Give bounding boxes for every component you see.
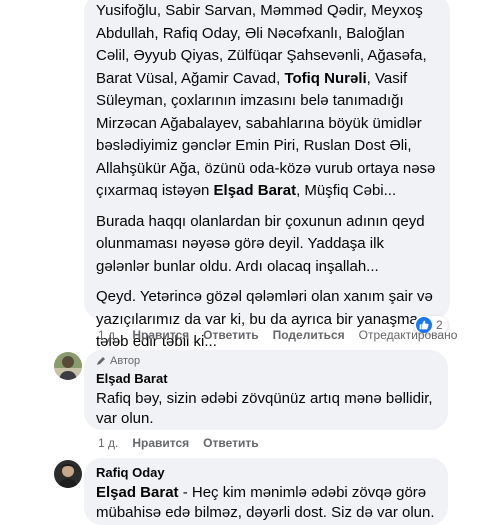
timestamp[interactable]: 1 д. bbox=[98, 328, 118, 342]
pen-icon bbox=[97, 357, 105, 365]
reply-button[interactable]: Ответить bbox=[203, 328, 258, 342]
comment-bubble: Rafiq Oday Elşad Barat - Heç kim mənimlə… bbox=[84, 458, 448, 525]
comment-bubble: Yusifoğlu, Sabir Sarvan, Məmməd Qədir, M… bbox=[84, 0, 450, 350]
comment-actions: 1 д. Нравится Ответить bbox=[98, 436, 273, 450]
comment-author[interactable]: Rafiq Oday bbox=[96, 464, 436, 482]
comment-actions: 1 д. Нравится Ответить Поделиться Отреда… bbox=[98, 328, 471, 342]
comment-text-para3: Qeyd. Yetərincə gözəl qələmləri olan xan… bbox=[96, 288, 433, 350]
comment-text-para1: Yusifoğlu, Sabir Sarvan, Məmməd Qədir, M… bbox=[96, 2, 436, 199]
mention-link[interactable]: Tofiq Nurəli bbox=[284, 70, 366, 87]
like-button[interactable]: Нравится bbox=[132, 328, 189, 342]
comment-text: Elşad Barat - Heç kim mənimlə ədəbi zövq… bbox=[96, 484, 435, 521]
edited-label: Отредактировано bbox=[358, 328, 458, 342]
comment-text-para2: Burada haqqı olanlardan bir çoxunun adın… bbox=[96, 212, 425, 275]
comment-bubble: Автор Elşad Barat Rafiq bəy, sizin ədəbi… bbox=[84, 350, 448, 430]
mention-link[interactable]: Elşad Barat bbox=[214, 182, 297, 199]
comment-text: Rafiq bəy, sizin ədəbi zövqünüz artıq mə… bbox=[96, 390, 433, 427]
reply-button[interactable]: Ответить bbox=[203, 436, 258, 450]
avatar[interactable] bbox=[54, 352, 82, 380]
share-button[interactable]: Поделиться bbox=[273, 328, 345, 342]
mention-link[interactable]: Elşad Barat bbox=[96, 484, 179, 501]
timestamp[interactable]: 1 д. bbox=[98, 436, 118, 450]
avatar[interactable] bbox=[54, 460, 82, 488]
like-button[interactable]: Нравится bbox=[132, 436, 189, 450]
comment-author[interactable]: Elşad Barat bbox=[96, 370, 436, 388]
author-badge: Автор bbox=[96, 354, 436, 368]
